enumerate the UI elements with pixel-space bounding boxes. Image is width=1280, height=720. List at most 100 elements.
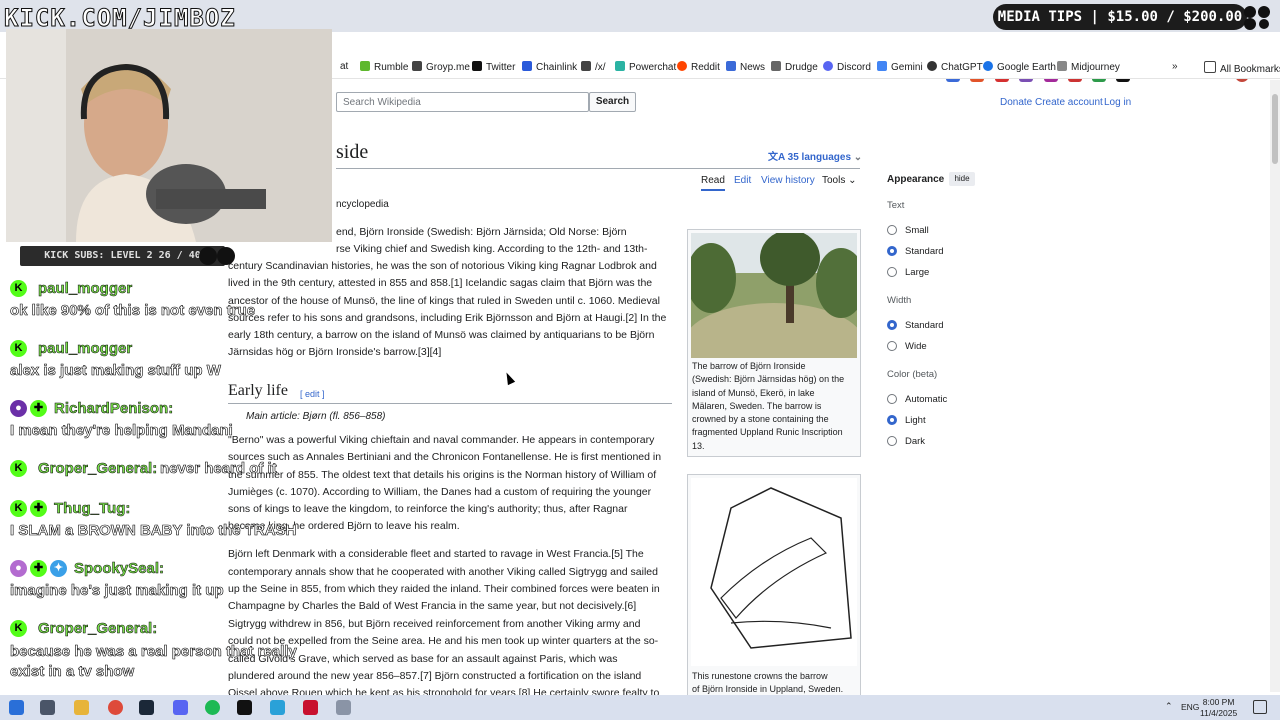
color-dark[interactable]: Dark bbox=[887, 436, 925, 447]
bookmark-label: News bbox=[740, 62, 766, 73]
windows-start-icon[interactable] bbox=[9, 700, 24, 715]
bookmark-label: Rumble bbox=[374, 62, 409, 73]
option-label: Standard bbox=[905, 320, 944, 331]
color-label: Color (beta) bbox=[887, 369, 938, 380]
kick-icon: K bbox=[10, 280, 27, 297]
radio-icon bbox=[887, 267, 897, 277]
text-line: end, Björn Ironside (Swedish: Björn Järn… bbox=[336, 226, 627, 238]
chainlink-icon bbox=[522, 61, 532, 71]
radio-icon bbox=[887, 341, 897, 351]
tab-view-history[interactable]: View history bbox=[761, 175, 815, 186]
radio-icon bbox=[887, 394, 897, 404]
radio-selected-icon bbox=[887, 246, 897, 256]
bookmark-drudge[interactable]: Drudge bbox=[771, 61, 818, 73]
bookmark-chainlink[interactable]: Chainlink bbox=[522, 61, 577, 73]
task-view-icon[interactable] bbox=[40, 700, 55, 715]
language-indicator[interactable]: ENG bbox=[1181, 702, 1199, 712]
bookmark-news[interactable]: News bbox=[726, 61, 765, 73]
notification-icon[interactable] bbox=[1253, 700, 1267, 714]
tab-tools[interactable]: Tools ⌄ bbox=[822, 175, 857, 186]
color-automatic[interactable]: Automatic bbox=[887, 394, 947, 405]
acrobat-icon[interactable] bbox=[303, 700, 318, 715]
chat-text: I SLAM a BROWN BABY into the TRASH bbox=[10, 522, 297, 540]
tools-label: Tools bbox=[822, 175, 846, 186]
languages-button[interactable]: 文A 35 languages ⌄ bbox=[768, 148, 862, 163]
drudge-icon bbox=[771, 61, 781, 71]
sub-badge-icon: ● bbox=[10, 400, 27, 417]
media-tips-banner: MEDIA TIPS | $15.00 / $200.00 bbox=[993, 4, 1247, 30]
bookmark-discord[interactable]: Discord bbox=[823, 61, 871, 73]
bookmark-rumble[interactable]: Rumble bbox=[360, 61, 408, 73]
create-account-link[interactable]: Create account bbox=[1035, 97, 1103, 108]
tab-read[interactable]: Read bbox=[701, 175, 725, 191]
bookmark-twitter[interactable]: Twitter bbox=[472, 61, 515, 73]
bookmark-label: Powerchat bbox=[629, 62, 677, 73]
spotify-icon[interactable] bbox=[205, 700, 220, 715]
all-bookmarks[interactable]: All Bookmarks bbox=[1204, 61, 1280, 75]
donate-link[interactable]: Donate bbox=[1000, 97, 1032, 108]
midjourney-icon bbox=[1057, 61, 1067, 71]
width-standard[interactable]: Standard bbox=[887, 320, 944, 331]
divider bbox=[336, 168, 860, 169]
caption-line: 13. bbox=[692, 440, 705, 451]
color-light[interactable]: Light bbox=[887, 415, 926, 426]
bookmark-groyp[interactable]: Groyp.me bbox=[412, 61, 470, 73]
x-icon bbox=[472, 61, 482, 71]
text-size-small[interactable]: Small bbox=[887, 225, 929, 236]
hide-button[interactable]: hide bbox=[949, 172, 975, 186]
text-size-large[interactable]: Large bbox=[887, 267, 929, 278]
barrow-photo[interactable] bbox=[691, 233, 857, 358]
scrollbar[interactable] bbox=[1270, 80, 1280, 692]
bookmark-google-earth[interactable]: Google Earth bbox=[983, 61, 1056, 73]
tagline: ncyclopedia bbox=[336, 199, 389, 210]
kick-icon: K bbox=[10, 460, 27, 477]
wiki-search-button[interactable]: Search bbox=[589, 92, 636, 112]
text-size-label: Text bbox=[887, 200, 905, 211]
runestone-drawing[interactable] bbox=[691, 478, 857, 666]
width-label: Width bbox=[887, 295, 912, 306]
bookmark-reddit[interactable]: Reddit bbox=[677, 61, 720, 73]
clock-time: 8:00 PM bbox=[1202, 697, 1235, 707]
globe-icon bbox=[983, 61, 993, 71]
option-label: Standard bbox=[905, 246, 944, 257]
option-label: Automatic bbox=[905, 394, 948, 405]
tab-edit[interactable]: Edit bbox=[734, 175, 751, 186]
width-wide[interactable]: Wide bbox=[887, 341, 927, 352]
radio-icon bbox=[887, 436, 897, 446]
chevron-right-icon[interactable]: » bbox=[1172, 61, 1178, 72]
bookmark-x[interactable]: /x/ bbox=[581, 61, 606, 73]
telegram-icon[interactable] bbox=[270, 700, 285, 715]
text-line: century Scandinavian histories, he was t… bbox=[228, 260, 657, 272]
chat-username: Thug_Tug: bbox=[54, 500, 131, 518]
folder-icon bbox=[1204, 61, 1216, 73]
kick-icon: K bbox=[10, 500, 27, 517]
translate-icon: 文A bbox=[768, 152, 788, 163]
clock[interactable]: 8:00 PM 11/4/2025 bbox=[1200, 697, 1237, 719]
text-size-standard[interactable]: Standard bbox=[887, 246, 944, 257]
file-explorer-icon[interactable] bbox=[74, 700, 89, 715]
kick-icon: K bbox=[10, 620, 27, 637]
caption-line: Mälaren, Sweden. The barrow is bbox=[692, 400, 822, 411]
bookmark-label: Reddit bbox=[691, 62, 720, 73]
scroll-thumb[interactable] bbox=[1272, 94, 1278, 164]
wiki-search-input[interactable]: Search Wikipedia bbox=[336, 92, 589, 112]
caption-line: This runestone crowns the barrow bbox=[692, 671, 828, 681]
steam-icon[interactable] bbox=[139, 700, 154, 715]
bookmark-gemini[interactable]: Gemini bbox=[877, 61, 923, 73]
terminal-icon[interactable] bbox=[237, 700, 252, 715]
bookmark-powerchat[interactable]: Powerchat bbox=[615, 61, 676, 73]
caption-line: island of Munsö, Ekerö, in lake bbox=[692, 387, 815, 398]
bookmark-label: Gemini bbox=[891, 62, 923, 73]
stream-chat: K paul_mogger ok like 90% of this is not… bbox=[8, 274, 338, 694]
bookmark-item[interactable]: at bbox=[340, 61, 348, 72]
log-in-link[interactable]: Log in bbox=[1104, 97, 1131, 108]
chat-text: because he was a real person that really… bbox=[10, 643, 297, 681]
chrome-icon[interactable] bbox=[108, 700, 123, 715]
app-icon[interactable] bbox=[336, 700, 351, 715]
bookmark-midjourney[interactable]: Midjourney bbox=[1057, 61, 1120, 73]
bookmark-chatgpt[interactable]: ChatGPT bbox=[927, 61, 983, 73]
discord-icon[interactable] bbox=[173, 700, 188, 715]
figure-caption: This runestone crowns the barrow of Björ… bbox=[692, 670, 858, 697]
chat-text: imagine he's just making it up bbox=[10, 582, 224, 600]
chevron-up-icon[interactable]: ⌃ bbox=[1165, 701, 1173, 712]
